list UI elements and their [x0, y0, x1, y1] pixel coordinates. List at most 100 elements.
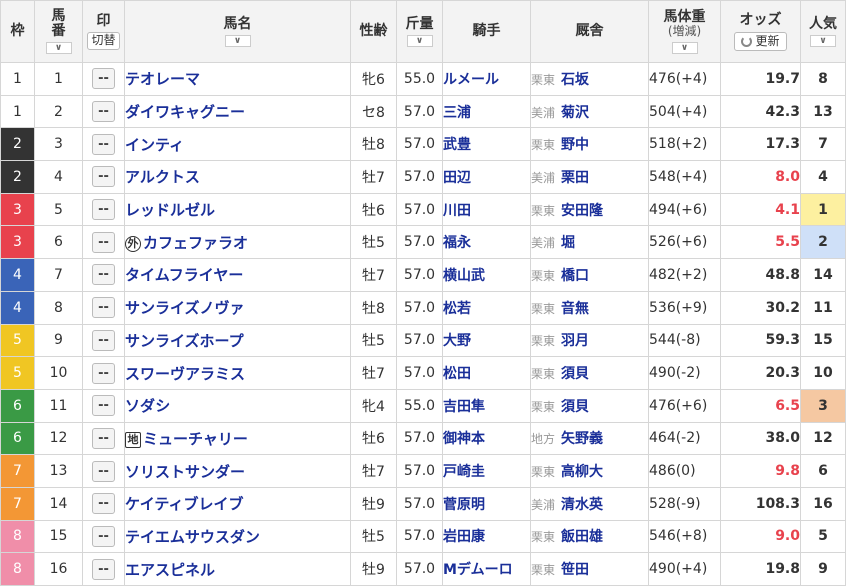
horse-name-link[interactable]: ソダシ	[126, 397, 171, 415]
jockey-link[interactable]: ルメール	[444, 72, 500, 88]
body-weight-value: 504(+4)	[649, 103, 708, 120]
jockey-link[interactable]: 田辺	[444, 170, 472, 186]
horse-name-link[interactable]: ケイティブレイブ	[126, 495, 244, 513]
odds-cell: 20.3	[720, 356, 801, 390]
horse-name-link[interactable]: タイムフライヤー	[126, 266, 244, 284]
header-weight[interactable]: 斤量 ∨	[396, 0, 443, 63]
horse-name-link[interactable]: インティ	[126, 136, 185, 154]
refresh-label: 更新	[755, 33, 780, 48]
jockey-link[interactable]: 福永	[444, 235, 472, 251]
mark-button[interactable]: --	[92, 101, 115, 123]
horse-name-link[interactable]: スワーヴアラミス	[126, 365, 246, 383]
mark-button[interactable]: --	[92, 362, 115, 384]
jockey-link[interactable]: 三浦	[444, 105, 472, 121]
umaban-number: 16	[49, 561, 68, 578]
table-row: 3 6 -- 外カフェファラオ 牡5 57.0 福永 美浦堀 526(+6) 5…	[0, 225, 846, 260]
horse-name-link[interactable]: カフェファラオ	[143, 234, 248, 252]
chevron-down-icon[interactable]: ∨	[45, 41, 72, 54]
umaban-cell: 15	[34, 519, 83, 554]
header-popularity[interactable]: 人気 ∨	[800, 0, 846, 63]
jockey-cell: 松田	[442, 356, 531, 390]
chevron-down-icon[interactable]: ∨	[810, 35, 836, 48]
horse-name-link[interactable]: エアスピネル	[126, 561, 216, 579]
jockey-link[interactable]: 戸崎圭	[444, 464, 486, 480]
horse-name-link[interactable]: サンライズノヴァ	[126, 299, 245, 317]
trainer-link[interactable]: 高柳大	[561, 464, 603, 480]
odds-value: 19.8	[765, 561, 800, 578]
mark-button[interactable]: --	[92, 199, 115, 221]
sexage-value: 牡7	[362, 169, 385, 186]
umaban-cell: 16	[34, 552, 83, 586]
mark-button[interactable]: --	[92, 525, 115, 547]
mark-button[interactable]: --	[92, 395, 115, 417]
mark-button[interactable]: --	[92, 558, 115, 580]
horse-name-link[interactable]: テイエムサウスダン	[126, 528, 260, 546]
trainer-link[interactable]: 飯田雄	[561, 529, 603, 545]
trainer-link[interactable]: 石坂	[561, 72, 589, 88]
horse-name-link[interactable]: アルクトス	[126, 168, 200, 186]
header-umaban[interactable]: 馬番 ∨	[34, 0, 83, 63]
trainer-link[interactable]: 矢野義	[561, 431, 603, 447]
trainer-link[interactable]: 橋口	[561, 268, 589, 284]
stable-cell: 栗東 羽月	[530, 323, 649, 358]
jockey-link[interactable]: Mデムーロ	[444, 562, 513, 578]
chevron-down-icon[interactable]: ∨	[671, 41, 698, 54]
jockey-link[interactable]: 大野	[444, 333, 472, 349]
jockey-link[interactable]: 御神本	[444, 431, 486, 447]
mark-button[interactable]: --	[92, 460, 115, 482]
header-body-weight[interactable]: 馬体重 (増減) ∨	[648, 0, 721, 63]
horse-name-link[interactable]: テオレーマ	[126, 70, 201, 88]
trainer-link[interactable]: 須貝	[561, 399, 589, 415]
stable-region: 美浦	[531, 236, 556, 251]
jockey-link[interactable]: 松田	[444, 366, 472, 382]
mark-button[interactable]: --	[92, 133, 115, 155]
sexage-value: 牝6	[362, 71, 385, 88]
popularity-value: 3	[818, 397, 828, 414]
trainer-link[interactable]: 清水英	[561, 497, 603, 513]
mark-button[interactable]: --	[92, 427, 115, 449]
body-weight-value: 482(+2)	[649, 266, 708, 283]
jockey-link[interactable]: 武豊	[444, 137, 472, 153]
header-row: 枠 馬番 ∨ 印 切替 馬名 ∨ 性齢 斤量 ∨ 騎手 厩舎 馬体重 (増減) …	[0, 0, 846, 63]
trainer-link[interactable]: 栗田	[561, 170, 589, 186]
trainer-link[interactable]: 羽月	[561, 333, 589, 349]
jockey-link[interactable]: 川田	[444, 203, 472, 219]
chevron-down-icon[interactable]: ∨	[224, 35, 251, 48]
mark-cell: --	[82, 225, 125, 260]
horse-cell: 外カフェファラオ	[124, 225, 351, 260]
horse-name-link[interactable]: ミューチャリー	[143, 430, 248, 448]
stable-cell: 美浦 菊沢	[530, 94, 649, 129]
horse-name-link[interactable]: ソリストサンダー	[126, 463, 246, 481]
mark-toggle-button[interactable]: 切替	[87, 32, 120, 50]
jockey-link[interactable]: 横山武	[444, 268, 486, 284]
header-horse[interactable]: 馬名 ∨	[124, 0, 351, 63]
chevron-down-icon[interactable]: ∨	[406, 35, 433, 48]
trainer-link[interactable]: 須貝	[561, 366, 589, 382]
mark-button[interactable]: --	[92, 493, 115, 515]
mark-button[interactable]: --	[92, 264, 115, 286]
horse-name-link[interactable]: ダイワキャグニー	[126, 103, 246, 121]
jockey-link[interactable]: 松若	[444, 301, 472, 317]
jockey-link[interactable]: 菅原明	[444, 497, 486, 513]
mark-button[interactable]: --	[92, 329, 115, 351]
odds-value: 19.7	[765, 70, 800, 87]
horse-name-link[interactable]: レッドルゼル	[126, 201, 216, 219]
mark-button[interactable]: --	[92, 68, 115, 90]
trainer-link[interactable]: 菊沢	[561, 105, 589, 121]
mark-button[interactable]: --	[92, 231, 115, 253]
trainer-link[interactable]: 音無	[561, 301, 589, 317]
odds-value: 4.1	[775, 201, 800, 218]
jockey-link[interactable]: 岩田康	[444, 529, 486, 545]
trainer-link[interactable]: 安田隆	[561, 203, 603, 219]
mark-button[interactable]: --	[92, 297, 115, 319]
jockey-link[interactable]: 吉田隼	[444, 399, 486, 415]
refresh-odds-button[interactable]: 更新	[734, 31, 787, 52]
horse-name-link[interactable]: サンライズホープ	[126, 332, 244, 350]
mark-button[interactable]: --	[92, 166, 115, 188]
trainer-link[interactable]: 堀	[561, 235, 575, 251]
sexage-value: 牡6	[362, 431, 385, 448]
trainer-link[interactable]: 笹田	[561, 562, 589, 578]
weight-value: 57.0	[403, 528, 436, 545]
waku-number: 8	[13, 528, 22, 545]
trainer-link[interactable]: 野中	[561, 137, 589, 153]
